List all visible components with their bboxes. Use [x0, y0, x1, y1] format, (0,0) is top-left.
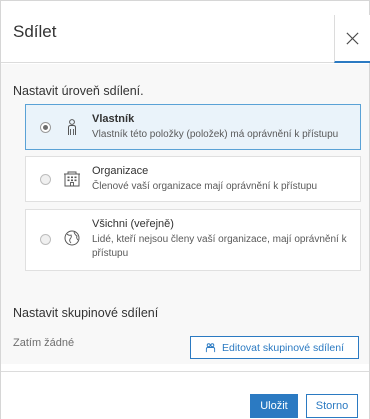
organization-icon [63, 170, 81, 188]
public-description: Lidé, kteří nejsou členy vaší organizace… [92, 234, 347, 259]
edit-group-sharing-label: Editovat skupinové sdílení [222, 341, 344, 354]
owner-icon [63, 118, 81, 136]
sharing-option-owner[interactable]: Vlastník Vlastník této položky (položek)… [25, 104, 361, 150]
radio-owner[interactable] [40, 122, 51, 133]
dialog-footer: Uložit Storno [1, 371, 369, 419]
dialog-title: Sdílet [13, 22, 57, 41]
close-button[interactable] [334, 15, 370, 63]
public-label: Všichni (veřejně) [92, 218, 174, 230]
organization-label: Organizace [92, 165, 149, 177]
radio-organization[interactable] [40, 174, 51, 185]
group-sharing-heading: Nastavit skupinové sdílení [13, 306, 159, 320]
edit-group-sharing-button[interactable]: Editovat skupinové sdílení [190, 336, 359, 359]
group-sharing-none: Zatím žádné [13, 337, 75, 349]
sharing-level-heading: Nastavit úroveň sdílení. [13, 84, 144, 98]
group-icon [205, 343, 216, 353]
owner-description: Vlastník této položky (položek) má opráv… [92, 129, 339, 140]
organization-description: Členové vaší organizace mají oprávnění k… [92, 181, 318, 192]
public-globe-icon [63, 229, 81, 247]
dialog-header: Sdílet [1, 1, 370, 63]
save-button[interactable]: Uložit [250, 394, 298, 418]
sharing-option-organization[interactable]: Organizace Členové vaší organizace mají … [25, 156, 361, 202]
radio-public[interactable] [40, 234, 51, 245]
cancel-button[interactable]: Storno [306, 394, 358, 418]
close-icon [346, 31, 359, 45]
share-dialog: Sdílet Nastavit úroveň sdílení. Vlastník… [0, 0, 370, 419]
sharing-option-public[interactable]: Všichni (veřejně) Lidé, kteří nejsou čle… [25, 209, 361, 271]
owner-label: Vlastník [92, 113, 135, 125]
